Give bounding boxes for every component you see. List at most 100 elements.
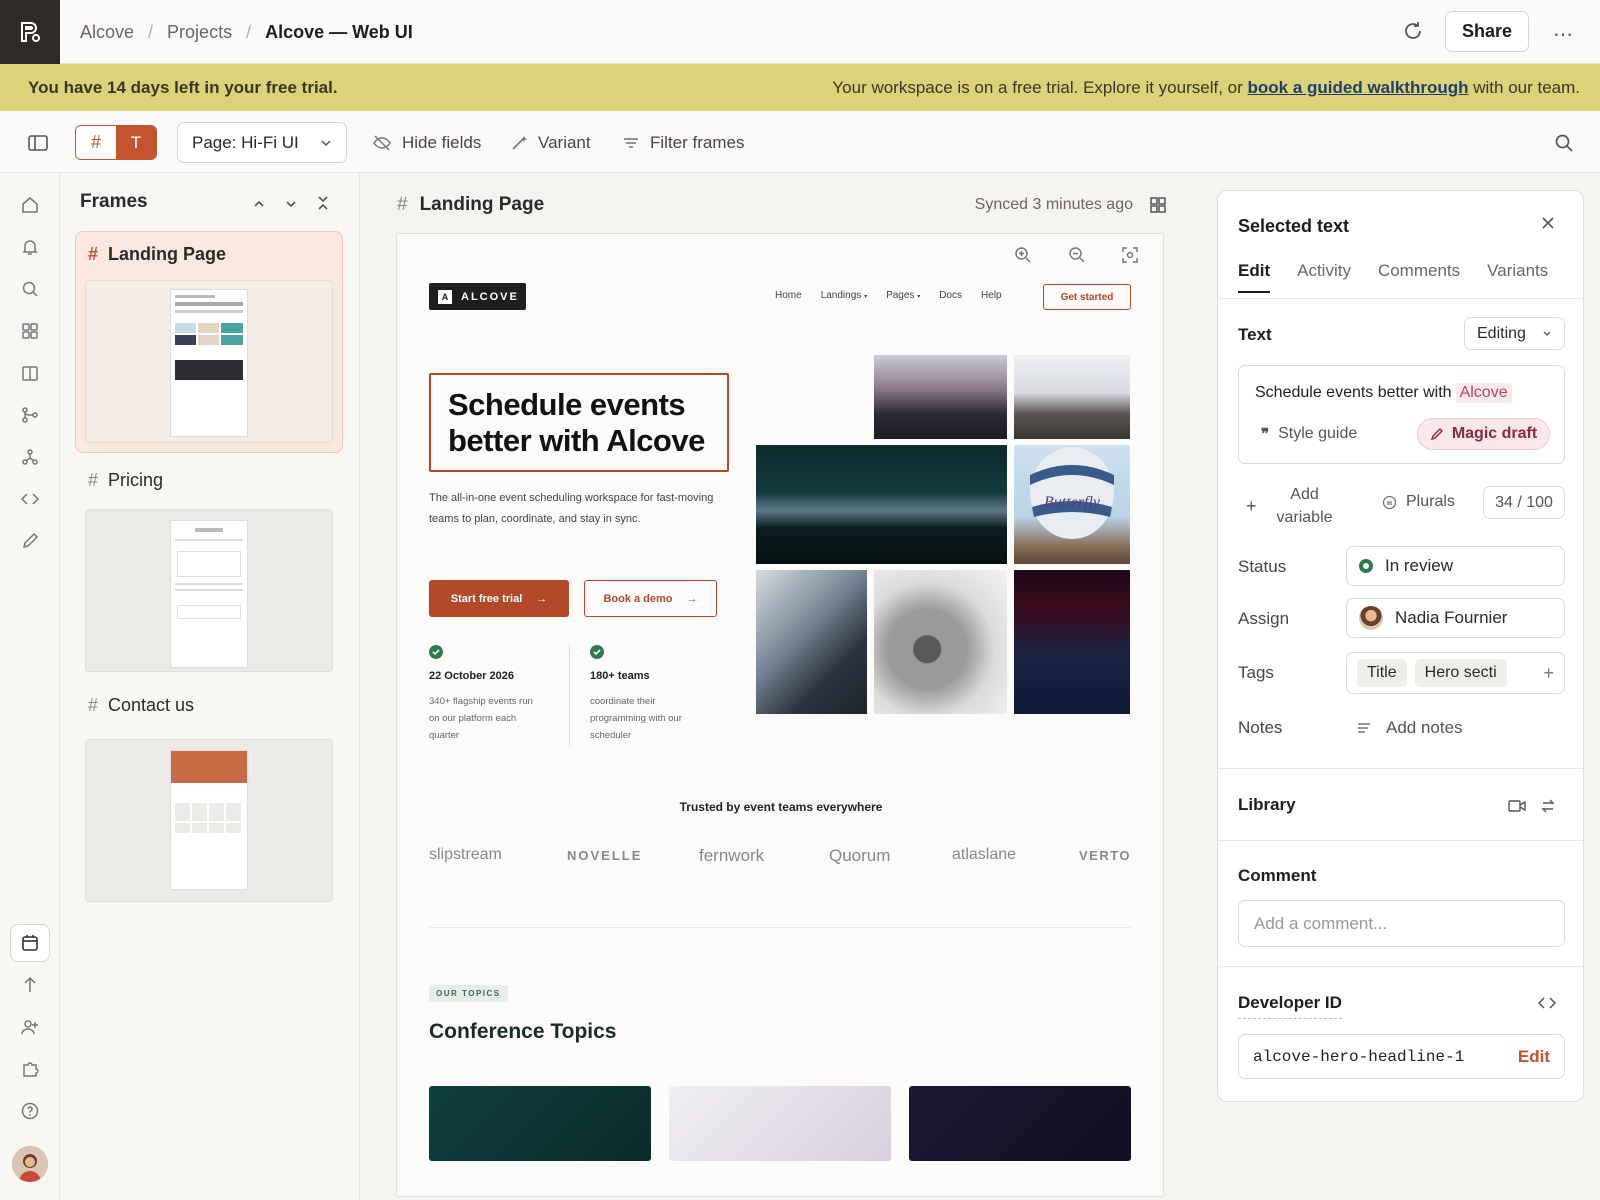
help-icon[interactable] <box>18 1099 42 1123</box>
breadcrumb-projects[interactable]: Projects <box>167 22 232 43</box>
components-icon[interactable] <box>18 445 42 469</box>
share-button[interactable]: Share <box>1445 11 1529 52</box>
frame-item-pricing[interactable]: # Pricing <box>88 470 163 491</box>
get-started-button[interactable]: Get started <box>1043 284 1131 310</box>
plus-icon[interactable]: + <box>1543 663 1554 684</box>
logo-fernwork: fernwork <box>699 846 765 865</box>
wand-icon <box>512 136 527 150</box>
developer-id-field[interactable]: alcove-hero-headline-1 Edit <box>1238 1034 1565 1079</box>
thumb-block <box>198 335 219 345</box>
hero-headline-selection[interactable]: Schedule events better with Alcove <box>429 373 729 472</box>
puzzle-icon[interactable] <box>18 1057 42 1081</box>
text-mode-icon[interactable]: T <box>116 126 156 159</box>
arrow-up-icon[interactable] <box>18 973 42 997</box>
contact-thumbnail[interactable] <box>85 739 333 902</box>
tab-variants[interactable]: Variants <box>1487 261 1548 293</box>
close-icon[interactable] <box>1540 215 1556 231</box>
book-icon[interactable] <box>18 361 42 385</box>
variant-button[interactable]: Variant <box>510 128 591 158</box>
highlight-variable[interactable]: Alcove <box>1455 383 1512 403</box>
home-icon[interactable] <box>18 193 42 217</box>
frame-item-contact[interactable]: # Contact us <box>88 695 194 716</box>
branch-icon[interactable] <box>18 403 42 427</box>
site-nav-landings[interactable]: Landings ▾ <box>821 290 867 301</box>
thumb-line <box>175 302 243 306</box>
topic-card[interactable] <box>669 1086 891 1161</box>
frame-label: Landing Page <box>108 244 227 264</box>
bell-icon[interactable] <box>18 235 42 259</box>
text-editor-content[interactable]: Schedule events better with Alcove <box>1255 383 1512 403</box>
section-divider <box>1218 966 1585 967</box>
code-icon[interactable] <box>1538 996 1556 1010</box>
edit-developer-id-button[interactable]: Edit <box>1518 1047 1550 1067</box>
refresh-icon[interactable] <box>1402 20 1424 42</box>
library-video-icon[interactable] <box>1508 799 1526 813</box>
add-notes-button[interactable]: Add notes <box>1356 718 1463 738</box>
thumb-line <box>175 310 243 313</box>
magic-draft-button[interactable]: Magic draft <box>1417 418 1550 450</box>
app-logo[interactable] <box>0 0 60 64</box>
search-icon[interactable] <box>1554 133 1574 153</box>
filter-frames-button[interactable]: Filter frames <box>622 128 744 158</box>
walkthrough-link[interactable]: book a guided walkthrough <box>1248 78 1469 97</box>
avatar[interactable] <box>12 1146 48 1182</box>
book-demo-button[interactable]: Book a demo → <box>584 580 717 617</box>
calendar-icon[interactable] <box>10 924 50 962</box>
site-nav-docs[interactable]: Docs <box>939 290 962 301</box>
sidebar-toggle-icon[interactable] <box>27 132 49 154</box>
code-icon[interactable] <box>18 487 42 511</box>
collapse-icon[interactable] <box>316 195 330 211</box>
site-nav-help[interactable]: Help <box>981 290 1002 301</box>
stat-1-desc: 340+ flagship events run on our platform… <box>429 696 533 741</box>
frame-label: Pricing <box>108 470 164 490</box>
panel-title: Selected text <box>1238 216 1350 236</box>
hide-fields-button[interactable]: Hide fields <box>372 128 481 158</box>
zoom-in-icon[interactable] <box>1014 246 1032 264</box>
logo-novelle: NOVELLE <box>567 848 643 863</box>
hero-headline[interactable]: Schedule events better with Alcove <box>448 387 718 459</box>
fit-screen-icon[interactable] <box>1121 246 1139 264</box>
tab-comments[interactable]: Comments <box>1378 261 1460 293</box>
tag-hero-section[interactable]: Hero secti <box>1414 659 1507 687</box>
chevron-down-icon[interactable] <box>284 197 298 211</box>
grid-icon[interactable] <box>18 319 42 343</box>
breadcrumb-root[interactable]: Alcove <box>80 22 134 43</box>
site-nav-home[interactable]: Home <box>775 290 802 301</box>
add-variable-button[interactable]: + Add variable <box>1246 483 1335 529</box>
edit-mode-select[interactable]: Editing <box>1464 317 1565 350</box>
pencil-icon[interactable] <box>18 529 42 553</box>
comment-input[interactable]: Add a comment... <box>1238 900 1565 947</box>
thumb-card <box>177 551 241 577</box>
site-nav-pages[interactable]: Pages ▾ <box>886 290 920 301</box>
chevron-up-icon[interactable] <box>252 197 266 211</box>
add-user-icon[interactable] <box>18 1015 42 1039</box>
tab-activity[interactable]: Activity <box>1297 261 1351 293</box>
zoom-out-icon[interactable] <box>1068 246 1086 264</box>
plurals-button[interactable]: Plurals <box>1382 493 1455 511</box>
topic-card[interactable] <box>429 1086 651 1161</box>
landing-thumbnail <box>85 280 333 443</box>
more-icon[interactable]: ⋯ <box>1553 22 1574 47</box>
page-select[interactable]: Page: Hi-Fi UI <box>177 122 347 163</box>
notes-label: Notes <box>1238 718 1283 737</box>
landing-page-artboard[interactable]: A ALCOVE Home Landings ▾ Pages ▾ Docs He… <box>396 233 1164 1197</box>
layout-grid-icon[interactable] <box>1149 196 1167 214</box>
search-icon[interactable] <box>18 277 42 301</box>
status-select[interactable]: In review <box>1346 546 1565 586</box>
trial-info-suffix: with our team. <box>1473 77 1580 97</box>
tab-edit[interactable]: Edit <box>1238 261 1271 293</box>
assignee-select[interactable]: Nadia Fournier <box>1346 598 1565 638</box>
swap-icon[interactable] <box>1540 798 1556 814</box>
pricing-thumbnail[interactable] <box>85 509 333 672</box>
tag-title[interactable]: Title <box>1357 659 1407 687</box>
style-guide-button[interactable]: ❞ Style guide <box>1261 425 1357 443</box>
site-brand[interactable]: A ALCOVE <box>429 283 526 310</box>
inspector-panel: Selected text Edit Activity Comments Var… <box>1217 190 1585 1102</box>
frame-mode-hash-icon[interactable]: # <box>76 126 116 159</box>
pricing-thumb-page <box>170 520 248 668</box>
mode-toggle[interactable]: # T <box>75 125 157 160</box>
text-editor[interactable]: Schedule events better with Alcove ❞ Style… <box>1238 365 1565 464</box>
tags-field[interactable]: Title Hero secti + <box>1346 652 1565 694</box>
start-trial-button[interactable]: Start free trial → <box>429 580 569 617</box>
topic-card[interactable] <box>909 1086 1131 1161</box>
